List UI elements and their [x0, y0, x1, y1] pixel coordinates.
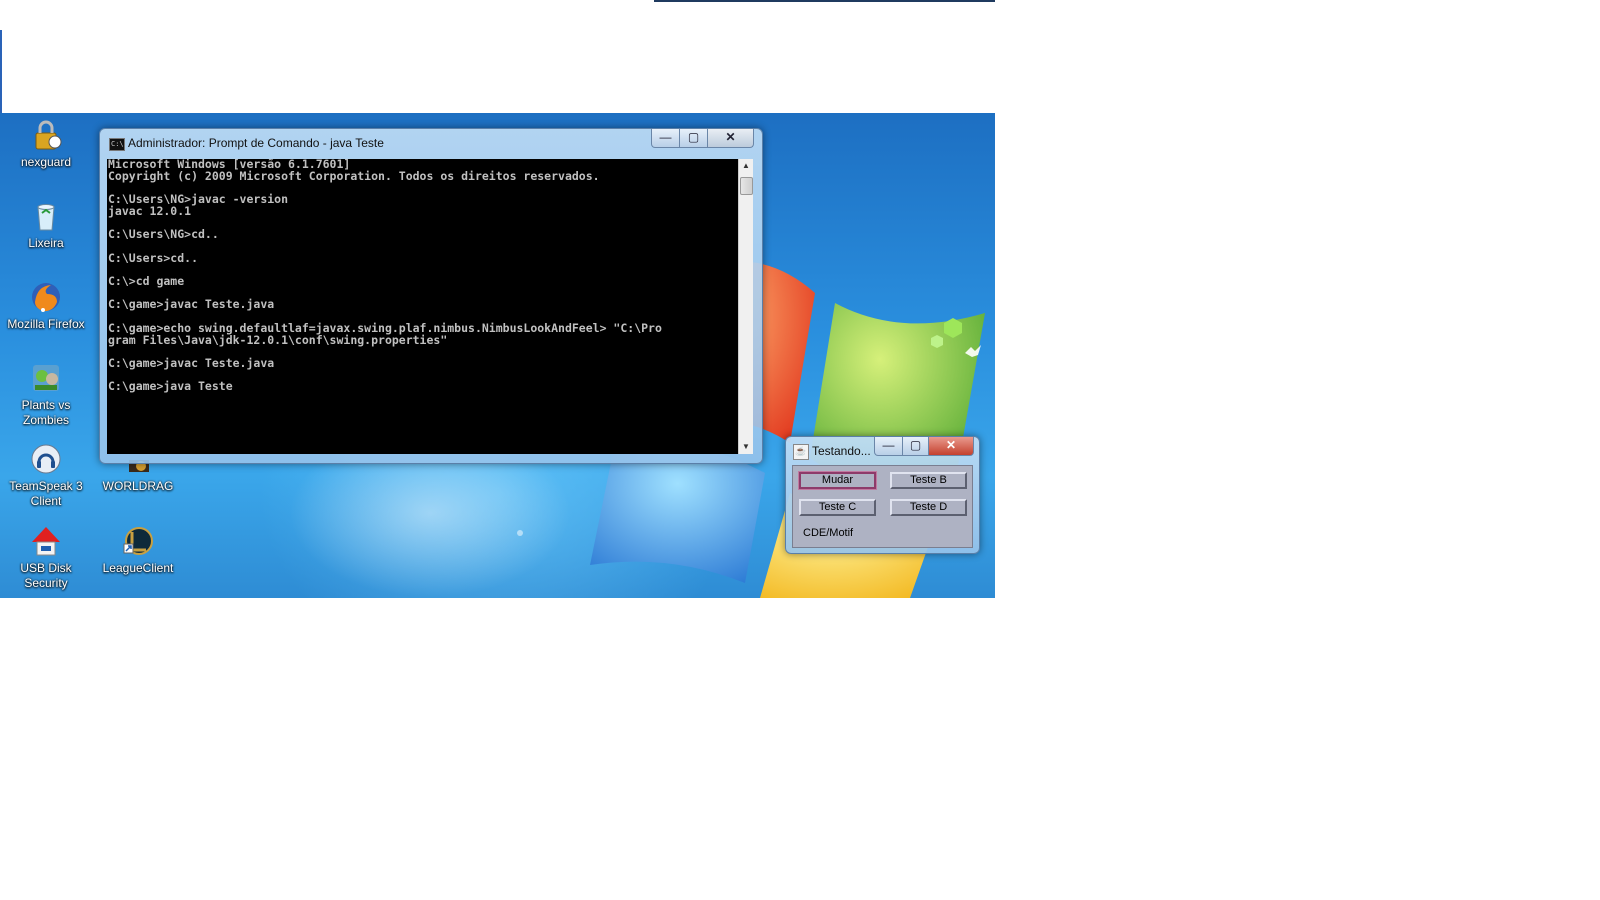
java-maximize-button[interactable]: ▢	[902, 437, 929, 456]
desktop-icon-usb-disk-security[interactable]: USB Disk Security	[3, 524, 89, 591]
desktop-icon-firefox[interactable]: Mozilla Firefox	[3, 280, 89, 332]
java-content-panel: Mudar Teste B Teste C Teste D CDE/Motif	[792, 465, 973, 548]
mudar-button[interactable]: Mudar	[798, 471, 877, 490]
desktop-icon-label: Plants vs Zombies	[21, 398, 71, 427]
desktop-icon-teamspeak[interactable]: TeamSpeak 3 Client	[3, 442, 89, 509]
java-close-button[interactable]: ✕	[928, 437, 974, 456]
left-edge-line	[0, 30, 2, 113]
console-output: Microsoft Windows [versão 6.1.7601] Copy…	[108, 159, 662, 394]
desktop-icon-label: LeagueClient	[102, 561, 174, 575]
cmd-scrollbar[interactable]: ▲ ▼	[738, 159, 753, 454]
teamspeak-icon	[29, 442, 63, 476]
desktop-icon-label: WORLDRAG	[102, 479, 174, 493]
look-and-feel-label: CDE/Motif	[803, 527, 854, 539]
desktop-icon-label: TeamSpeak 3 Client	[9, 479, 83, 508]
teste-d-button[interactable]: Teste D	[890, 499, 967, 516]
cmd-close-button[interactable]: ✕	[707, 129, 754, 148]
cmd-icon: C:\	[109, 138, 125, 151]
scroll-down-arrow-icon[interactable]: ▼	[739, 440, 753, 454]
scroll-thumb[interactable]	[740, 177, 753, 195]
cmd-window[interactable]: C:\ Administrador: Prompt de Comando - j…	[99, 128, 763, 464]
desktop-icon-lixeira[interactable]: Lixeira	[3, 199, 89, 251]
padlock-icon	[29, 118, 63, 152]
teste-b-button[interactable]: Teste B	[890, 472, 967, 489]
usb-disk-security-icon	[29, 524, 63, 558]
java-minimize-button[interactable]: —	[874, 437, 903, 456]
top-edge-line	[654, 0, 995, 2]
java-window-title: Testando...	[812, 444, 871, 458]
firefox-icon	[29, 280, 63, 314]
plants-vs-zombies-icon	[29, 361, 63, 395]
desktop-icon-nexguard[interactable]: nexguard	[3, 118, 89, 170]
desktop-icon-league-client[interactable]: LeagueClient	[95, 524, 181, 576]
scroll-up-arrow-icon[interactable]: ▲	[739, 159, 753, 173]
cmd-console[interactable]: Microsoft Windows [versão 6.1.7601] Copy…	[107, 159, 738, 454]
recycle-bin-icon	[29, 199, 63, 233]
desktop-icon-label: nexguard	[20, 155, 72, 169]
desktop-icon-plants-vs-zombies[interactable]: Plants vs Zombies	[3, 361, 89, 428]
cmd-window-title: Administrador: Prompt de Comando - java …	[128, 136, 384, 150]
league-client-icon	[121, 524, 155, 558]
teste-c-button[interactable]: Teste C	[799, 499, 876, 516]
desktop-icon-label: USB Disk Security	[20, 561, 72, 590]
cmd-maximize-button[interactable]: ▢	[679, 129, 708, 148]
java-cup-icon: ☕	[793, 444, 809, 460]
desktop-icon-label: Mozilla Firefox	[7, 317, 85, 331]
desktop-icon-label: Lixeira	[28, 236, 64, 250]
cmd-minimize-button[interactable]: —	[651, 129, 680, 148]
java-window[interactable]: ☕ Testando... — ▢ ✕ Mudar Teste B Teste …	[785, 436, 980, 554]
